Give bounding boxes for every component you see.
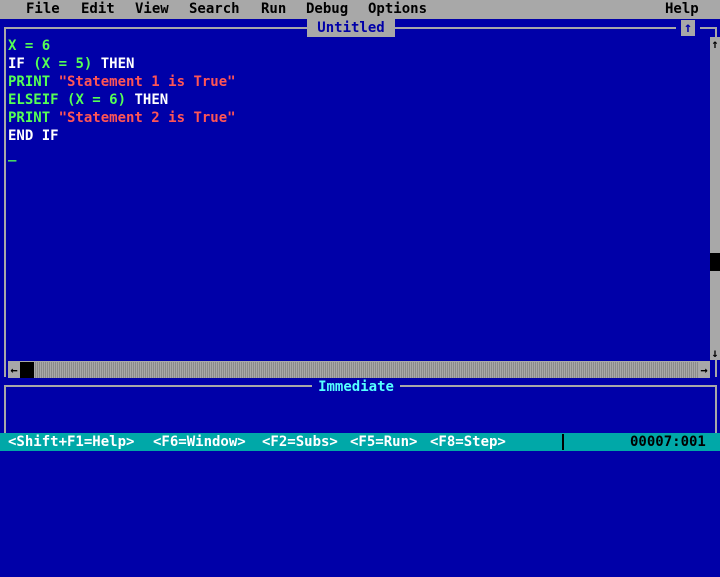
immediate-title[interactable]: Immediate <box>312 378 400 396</box>
maximize-icon: ↑ <box>681 20 695 36</box>
menu-edit[interactable]: Edit <box>81 1 115 18</box>
scroll-up-icon[interactable]: ↑ <box>710 37 720 51</box>
status-hint-help[interactable]: <Shift+F1=Help> <box>8 433 134 451</box>
code-editor[interactable]: X = 6 IF (X = 5) THEN PRINT "Statement 1 i… <box>8 37 236 163</box>
code-line[interactable]: ELSEIF (X = 6) THEN <box>8 91 236 109</box>
menu-help[interactable]: Help <box>665 1 699 18</box>
code-token: END IF <box>8 128 59 144</box>
immediate-frame-right <box>715 385 717 433</box>
code-line[interactable]: END IF <box>8 127 236 145</box>
code-token: (X = 5) <box>33 56 93 72</box>
maximize-button[interactable]: ↑ <box>676 19 700 37</box>
editor-title[interactable]: Untitled <box>307 19 395 37</box>
scroll-left-icon[interactable]: ← <box>8 362 20 378</box>
editor-frame-left <box>4 27 6 377</box>
cursor-position: 00007:001 <box>630 434 706 450</box>
horizontal-scroll-thumb[interactable] <box>20 362 34 378</box>
code-token: (X = 6) <box>67 92 127 108</box>
code-token: PRINT <box>8 74 59 90</box>
text-cursor: _ <box>8 146 17 162</box>
menu-search[interactable]: Search <box>189 1 240 18</box>
code-line[interactable]: IF (X = 5) THEN <box>8 55 236 73</box>
status-hint-subs[interactable]: <F2=Subs> <box>262 433 338 451</box>
code-line[interactable]: PRINT "Statement 1 is True" <box>8 73 236 91</box>
code-token: THEN <box>126 92 169 108</box>
vertical-scrollbar[interactable]: ↑ ↓ <box>710 37 720 360</box>
menu-options[interactable]: Options <box>368 1 427 18</box>
code-token: "Statement 1 is True" <box>58 74 236 90</box>
menu-run[interactable]: Run <box>261 1 286 18</box>
status-hint-step[interactable]: <F8=Step> <box>430 433 506 451</box>
scroll-down-icon[interactable]: ↓ <box>710 346 720 360</box>
code-token: ELSEIF <box>8 92 68 108</box>
vertical-scroll-thumb[interactable] <box>710 253 720 271</box>
menu-bar: File Edit View Search Run Debug Options … <box>0 0 720 19</box>
code-token: THEN <box>92 56 135 72</box>
code-token: PRINT <box>8 110 59 126</box>
status-hint-window[interactable]: <F6=Window> <box>153 433 246 451</box>
code-token: X = 6 <box>8 38 51 54</box>
code-token: IF <box>8 56 34 72</box>
scroll-right-icon[interactable]: → <box>698 362 710 378</box>
code-line[interactable]: X = 6 <box>8 37 236 55</box>
menu-file[interactable]: File <box>26 1 60 18</box>
status-bar: <Shift+F1=Help> <F6=Window> <F2=Subs> <F… <box>0 433 720 451</box>
horizontal-scrollbar[interactable]: ← → <box>8 361 710 378</box>
status-divider <box>562 434 564 450</box>
code-token: "Statement 2 is True" <box>58 110 236 126</box>
menu-debug[interactable]: Debug <box>306 1 348 18</box>
code-line[interactable]: PRINT "Statement 2 is True" <box>8 109 236 127</box>
immediate-frame-left <box>4 385 6 433</box>
menu-view[interactable]: View <box>135 1 169 18</box>
status-hint-run[interactable]: <F5=Run> <box>350 433 417 451</box>
